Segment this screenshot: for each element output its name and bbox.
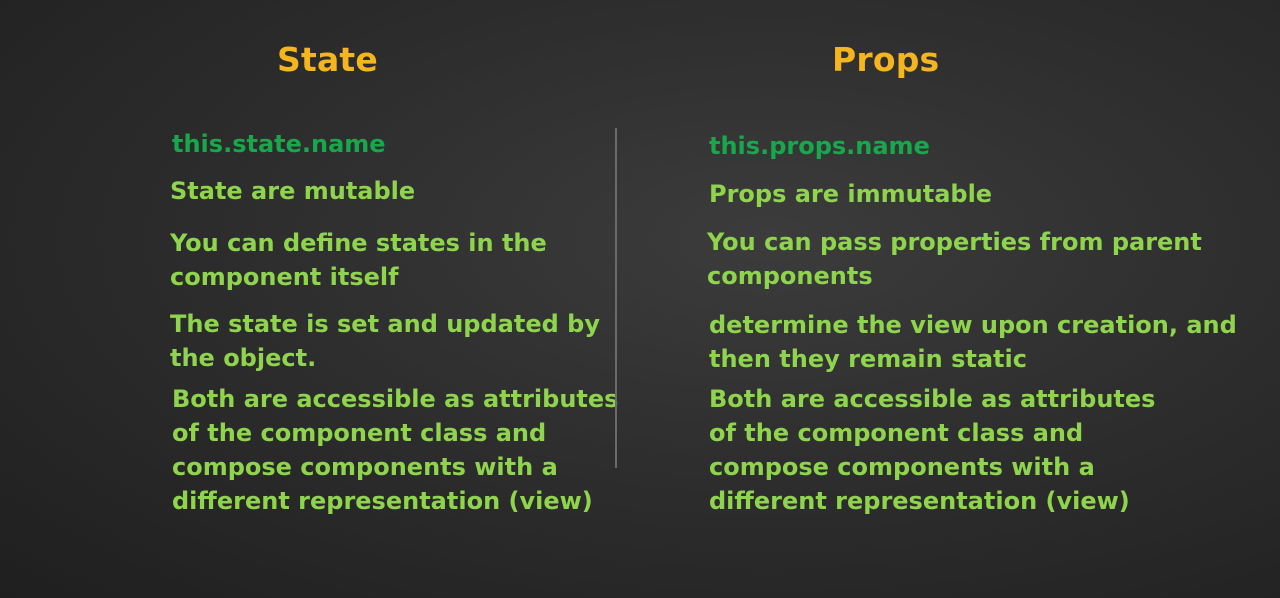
state-code-example: this.state.name xyxy=(172,130,386,158)
props-code-example: this.props.name xyxy=(709,132,930,160)
state-point-updated: The state is set and updated by the obje… xyxy=(170,310,600,372)
column-divider xyxy=(615,128,617,468)
props-heading: Props xyxy=(832,40,940,79)
comparison-slide: State this.state.name State are mutable … xyxy=(0,0,1280,598)
state-heading: State xyxy=(277,40,378,79)
state-point-mutable: State are mutable xyxy=(170,177,416,205)
props-point-immutable: Props are immutable xyxy=(709,180,993,208)
state-point-define: You can define states in the component i… xyxy=(170,229,547,291)
props-point-pass: You can pass properties from parent comp… xyxy=(707,228,1202,290)
state-point-accessible: Both are accessible as attributes of the… xyxy=(172,385,619,515)
props-point-accessible: Both are accessible as attributes of the… xyxy=(709,385,1156,515)
props-point-static: determine the view upon creation, and th… xyxy=(709,311,1237,373)
